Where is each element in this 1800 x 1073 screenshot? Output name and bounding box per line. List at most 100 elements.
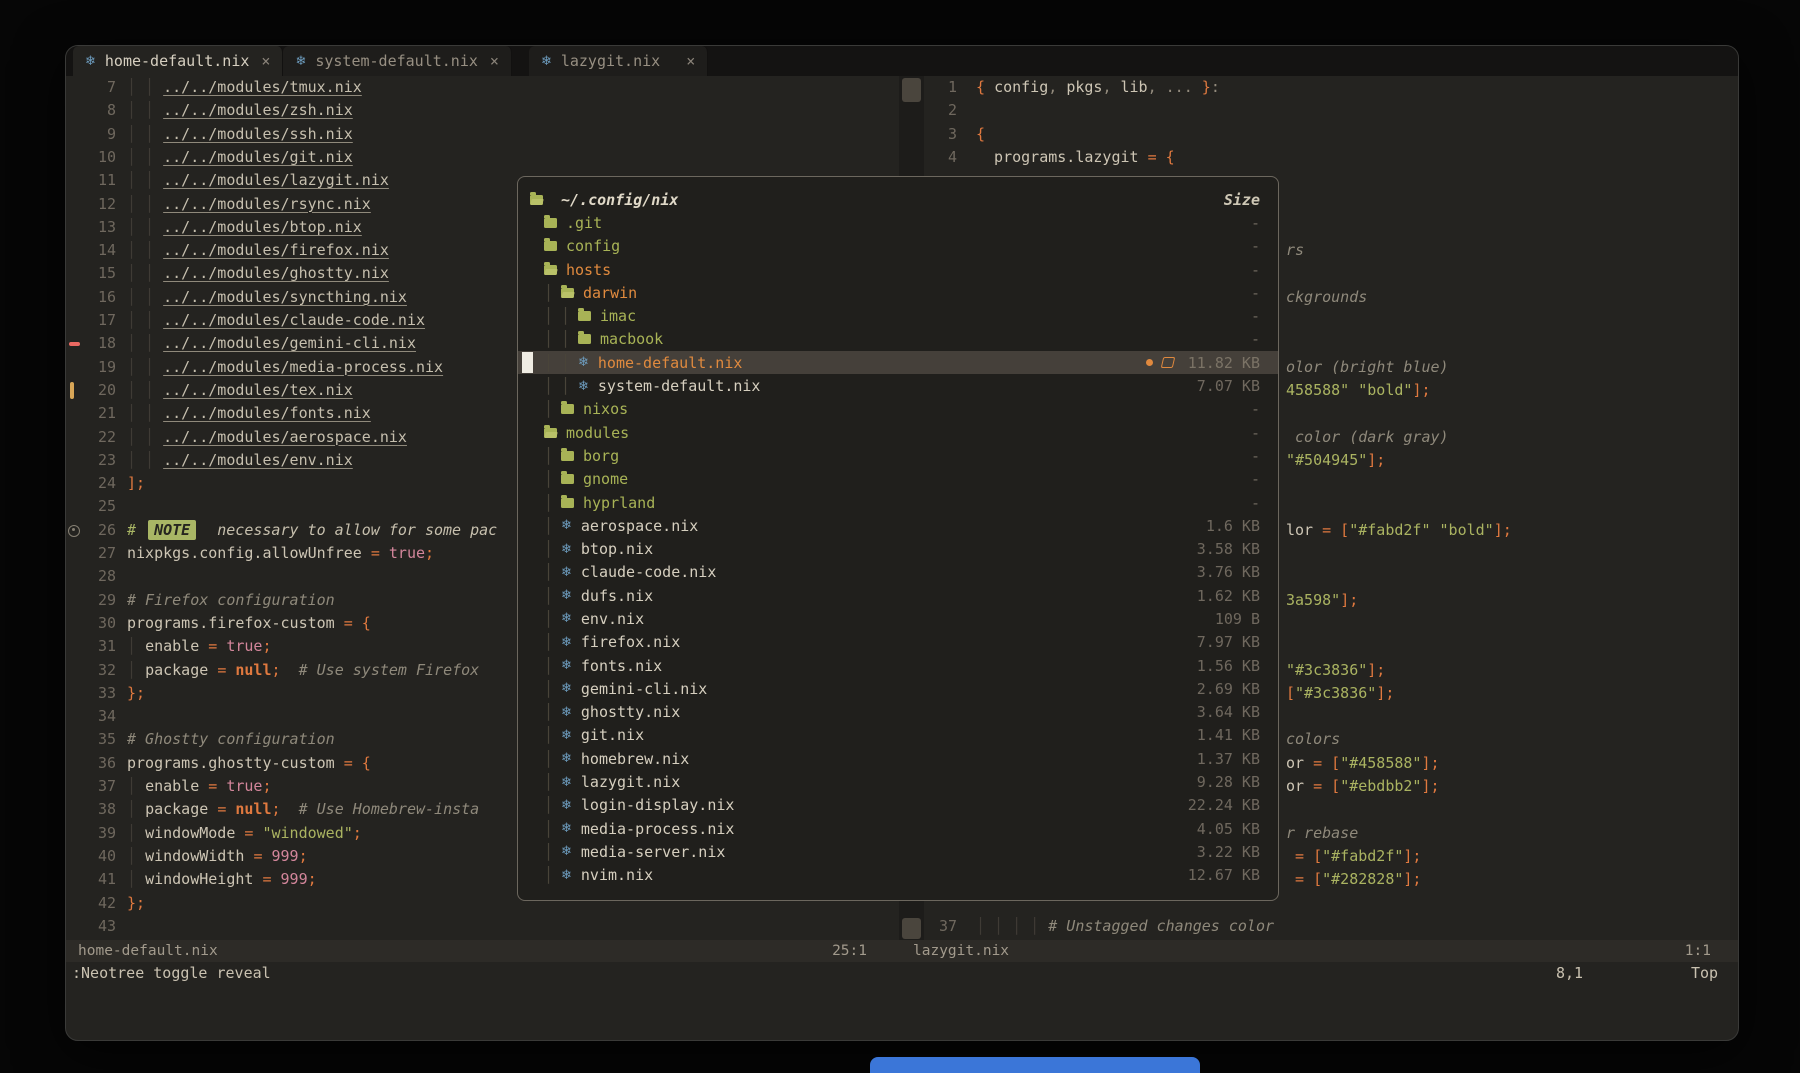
code-fragment: "#3c3836"]; <box>1286 659 1385 682</box>
tree-row-lazygit-nix[interactable]: │❄lazygit.nix9.28 KB <box>518 770 1278 793</box>
code-token: # Unstagged changes color <box>1048 917 1274 935</box>
gitsign-event-icon <box>68 525 80 537</box>
close-icon[interactable]: × <box>490 52 499 70</box>
tree-row-dufs-nix[interactable]: │❄dufs.nix1.62 KB <box>518 584 1278 607</box>
tab-lazygit-nix[interactable]: ❄lazygit.nix× <box>529 46 708 76</box>
tree-row-nixos[interactable]: │nixos- <box>518 398 1278 421</box>
nix-file-icon: ❄ <box>561 844 572 859</box>
tree-row-hyprland[interactable]: │hyprland- <box>518 491 1278 514</box>
folder-open-icon <box>530 195 543 205</box>
scrollbar-thumb-top[interactable] <box>902 78 921 102</box>
tree-row-system-default-nix[interactable]: ││❄system-default.nix7.07 KB <box>518 374 1278 397</box>
tree-row-env-nix[interactable]: │❄env.nix109 B <box>518 607 1278 630</box>
tree-row-btop-nix[interactable]: │❄btop.nix3.58 KB <box>518 537 1278 560</box>
tab-home-default-nix[interactable]: ❄home-default.nix× <box>73 46 283 76</box>
indent-guide: │ <box>544 563 561 581</box>
indent-guide: │ <box>544 307 561 325</box>
code-token: { <box>976 125 985 143</box>
code-line: 7│ │ ../../modules/tmux.nix <box>66 76 899 99</box>
code-token: ../../modules/env.nix <box>163 451 353 469</box>
code-fragment: rs <box>1286 239 1304 262</box>
indent-guide: │ <box>544 726 561 744</box>
cursor-block <box>522 352 533 373</box>
code-token: rs <box>1286 241 1304 259</box>
file-size: 2.69 KB <box>1174 680 1260 698</box>
tree-row-git-nix[interactable]: │❄git.nix1.41 KB <box>518 724 1278 747</box>
close-icon[interactable]: × <box>686 52 695 70</box>
statusline-right: lazygit.nix 1:1 <box>899 940 1738 962</box>
code-token: = <box>244 824 262 842</box>
tree-row-homebrew-nix[interactable]: │❄homebrew.nix1.37 KB <box>518 747 1278 770</box>
tree-row-nvim-nix[interactable]: │❄nvim.nix12.67 KB <box>518 864 1278 887</box>
ruler-position: 8,1 <box>1556 962 1583 985</box>
tree-row-media-process-nix[interactable]: │❄media-process.nix4.05 KB <box>518 817 1278 840</box>
code-fragment: = ["#282828"]; <box>1286 868 1421 891</box>
git-status-badges <box>1146 357 1174 368</box>
code-token: ; <box>425 544 434 562</box>
tree-row-gnome[interactable]: │gnome- <box>518 468 1278 491</box>
indent-guide: │ <box>544 587 561 605</box>
tree-item-name: aerospace.nix <box>581 517 698 535</box>
nix-file-icon: ❄ <box>561 751 572 766</box>
tree-row-darwin[interactable]: │darwin- <box>518 281 1278 304</box>
tab-system-default-nix[interactable]: ❄system-default.nix× <box>283 46 512 76</box>
line-number: 27 <box>66 542 116 565</box>
tree-item-name: claude-code.nix <box>581 563 716 581</box>
code-token: = <box>253 847 271 865</box>
code-token: ../../modules/ssh.nix <box>163 125 353 143</box>
code-token: ]; <box>1412 381 1430 399</box>
code-token: ../../modules/tmux.nix <box>163 78 362 96</box>
tree-item-name: macbook <box>600 330 663 348</box>
scrollbar-thumb-bottom[interactable] <box>902 918 921 939</box>
folder-open-icon <box>544 265 557 275</box>
tree-row--git[interactable]: .git- <box>518 211 1278 234</box>
tree-row-fonts-nix[interactable]: │❄fonts.nix1.56 KB <box>518 654 1278 677</box>
tree-row-gemini-cli-nix[interactable]: │❄gemini-cli.nix2.69 KB <box>518 677 1278 700</box>
indent-guide: │ <box>544 820 561 838</box>
file-size: 1.62 KB <box>1174 587 1260 605</box>
tree-row-borg[interactable]: │borg- <box>518 444 1278 467</box>
tree-item-name: ghostty.nix <box>581 703 680 721</box>
tree-row-config[interactable]: config- <box>518 235 1278 258</box>
tree-row-macbook[interactable]: ││macbook- <box>518 328 1278 351</box>
nix-file-icon: ❄ <box>561 565 572 580</box>
tree-row-firefox-nix[interactable]: │❄firefox.nix7.97 KB <box>518 631 1278 654</box>
tree-row-hosts[interactable]: hosts- <box>518 258 1278 281</box>
code-token: "#3c3836" <box>1286 661 1367 679</box>
nix-file-icon: ❄ <box>561 728 572 743</box>
statusline-left-position: 25:1 <box>832 940 867 962</box>
indent-guide: │ <box>544 657 561 675</box>
file-size: 1.41 KB <box>1174 726 1260 744</box>
code-token: : <box>1211 78 1220 96</box>
indent-guide: │ <box>544 773 561 791</box>
code-token: ../../modules/gemini-cli.nix <box>163 334 416 352</box>
indent-guide: │ <box>544 796 561 814</box>
code-token: # Firefox configuration <box>127 591 335 609</box>
tree-row-ghostty-nix[interactable]: │❄ghostty.nix3.64 KB <box>518 701 1278 724</box>
nix-file-icon: ❄ <box>561 775 572 790</box>
tree-item-name: env.nix <box>581 610 644 628</box>
code-fragment: lor = ["#fabd2f" "bold"]; <box>1286 519 1512 542</box>
code-token: lor <box>1286 521 1322 539</box>
command-line[interactable]: :Neotree toggle reveal 8,1 Top <box>66 962 1738 985</box>
terminal-window: ❄home-default.nix×❄system-default.nix×❄l… <box>65 45 1739 1041</box>
code-token: # Ghostty configuration <box>127 730 335 748</box>
tree-row-modules[interactable]: modules- <box>518 421 1278 444</box>
tree-row-media-server-nix[interactable]: │❄media-server.nix3.22 KB <box>518 840 1278 863</box>
indent-guide: │ <box>544 330 561 348</box>
code-token: ]; <box>1403 847 1421 865</box>
code-line: 3{ <box>924 123 1738 146</box>
tree-row-imac[interactable]: ││imac- <box>518 304 1278 327</box>
tree-row-aerospace-nix[interactable]: │❄aerospace.nix1.6 KB <box>518 514 1278 537</box>
statusline-left: home-default.nix 25:1 <box>66 940 899 962</box>
code-token: "#504945" <box>1286 451 1367 469</box>
code-token: or <box>1286 777 1313 795</box>
tree-item-name: firefox.nix <box>581 633 680 651</box>
tree-row-home-default-nix[interactable]: ││❄home-default.nix11.82 KB <box>518 351 1278 374</box>
tree-row-claude-code-nix[interactable]: │❄claude-code.nix3.76 KB <box>518 561 1278 584</box>
tree-row-login-display-nix[interactable]: │❄login-display.nix22.24 KB <box>518 794 1278 817</box>
folder-icon <box>561 451 574 461</box>
close-icon[interactable]: × <box>261 52 270 70</box>
file-size: - <box>1174 261 1260 279</box>
code-token: │ │ <box>127 171 163 189</box>
